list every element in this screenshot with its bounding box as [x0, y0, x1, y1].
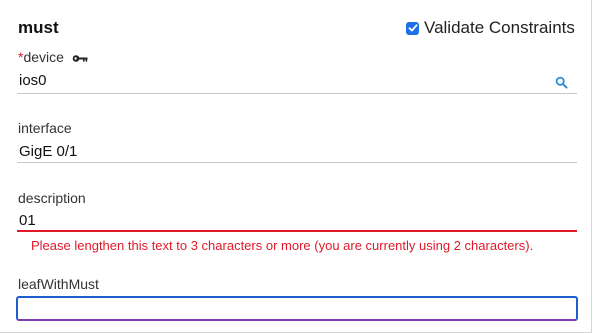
interface-input[interactable]: GigE 0/1 — [19, 143, 77, 160]
interface-underline — [17, 162, 577, 163]
device-label-row: *device — [18, 49, 88, 66]
leafwithmust-label: leafWithMust — [18, 276, 99, 292]
description-input[interactable]: 01 — [19, 212, 36, 229]
device-input[interactable]: ios0 — [19, 72, 47, 89]
leafwithmust-input[interactable] — [16, 296, 578, 321]
checkmark-icon — [408, 24, 417, 32]
must-form-panel: must Validate Constraints *device ios0 i… — [0, 0, 592, 333]
key-icon — [72, 50, 88, 66]
description-label: description — [18, 190, 86, 206]
interface-label: interface — [18, 120, 72, 136]
form-title: must — [18, 18, 59, 37]
validate-constraints-toggle[interactable]: Validate Constraints — [406, 18, 575, 38]
description-error-message: Please lengthen this text to 3 character… — [31, 238, 534, 253]
device-label: device — [23, 49, 64, 65]
validate-constraints-checkbox[interactable] — [406, 21, 419, 35]
description-error-underline — [17, 230, 577, 232]
validate-constraints-label: Validate Constraints — [424, 18, 575, 37]
search-icon[interactable] — [555, 76, 568, 94]
device-underline — [17, 93, 577, 94]
